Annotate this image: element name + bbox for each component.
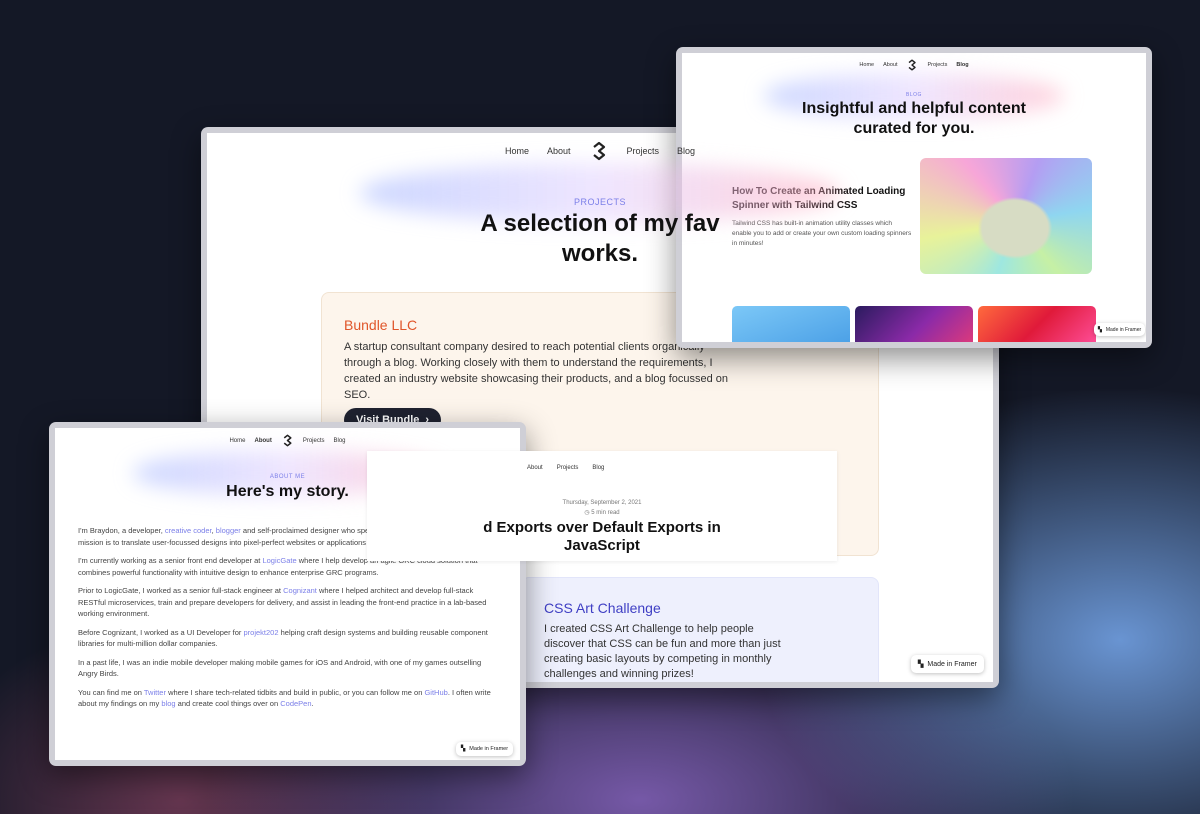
article-date: Thursday, September 2, 2021	[562, 500, 642, 506]
framer-icon: ▚	[1098, 326, 1102, 333]
nav-blog[interactable]: Blog	[592, 465, 604, 471]
logicgate-link[interactable]: LogicGate	[262, 556, 296, 565]
nav-home[interactable]: Home	[859, 62, 874, 68]
blog-title-line2: curated for you.	[853, 120, 975, 137]
nav-about[interactable]: About	[883, 62, 897, 68]
blog-title-line1: Insightful and helpful content	[802, 100, 1026, 117]
project-description: A startup consultant company desired to …	[344, 341, 729, 401]
article-window: About Projects Blog Thursday, September …	[367, 451, 837, 561]
made-in-framer-badge[interactable]: ▚ Made in Framer	[911, 655, 984, 673]
post-thumbnail[interactable]	[732, 306, 850, 342]
text: You can find me on	[78, 687, 144, 697]
projects-nav: Home About Projects Blog	[207, 141, 993, 161]
blogger-link[interactable]: blogger	[216, 526, 241, 535]
project-description: I created CSS Art Challenge to help peop…	[544, 623, 781, 680]
article-read-time: ◷ 5 min read	[367, 509, 837, 516]
blog-eyebrow: BLOG	[906, 92, 922, 98]
about-nav: Home About Projects Blog	[55, 434, 520, 447]
article-nav: About Projects Blog	[527, 465, 837, 471]
about-paragraph-4: Before Cognizant, I worked as a UI Devel…	[78, 627, 498, 650]
project-card-css-art: CSS Art Challenge I created CSS Art Chal…	[521, 577, 879, 682]
project-name: CSS Art Challenge	[544, 600, 661, 616]
post-thumbnail[interactable]	[855, 306, 973, 342]
about-paragraph-3: Prior to LogicGate, I worked as a senior…	[78, 585, 498, 620]
text: I'm currently working as a senior front …	[78, 556, 263, 565]
made-in-framer-badge[interactable]: ▚ Made in Framer	[1094, 323, 1146, 336]
nav-projects[interactable]: Projects	[927, 62, 947, 68]
creative-coder-link[interactable]: creative coder	[165, 526, 212, 535]
github-link[interactable]: GitHub	[424, 688, 447, 697]
blog-nav: Home About Projects Blog	[682, 59, 1146, 71]
blog-link[interactable]: blog	[161, 699, 175, 708]
about-paragraph-6: You can find me on Twitter where I share…	[78, 687, 498, 710]
nav-blog[interactable]: Blog	[956, 62, 968, 68]
project-name: Bundle LLC	[344, 317, 418, 333]
cognizant-link[interactable]: Cognizant	[283, 586, 317, 595]
nav-projects[interactable]: Projects	[303, 438, 325, 444]
text: Prior to LogicGate, I worked as a senior…	[78, 586, 284, 595]
codepen-link[interactable]: CodePen	[280, 699, 311, 708]
article-title: d Exports over Default Exports in JavaSc…	[367, 519, 837, 555]
text: .	[311, 699, 314, 708]
text: I'm Braydon, a developer,	[78, 526, 165, 535]
projekt202-link[interactable]: projekt202	[244, 628, 279, 637]
nav-blog[interactable]: Blog	[334, 438, 346, 444]
framer-icon: ▚	[918, 661, 924, 668]
logo-icon[interactable]	[906, 59, 918, 71]
made-in-framer-badge[interactable]: ▚ Made in Framer	[456, 742, 514, 756]
nav-projects[interactable]: Projects	[627, 146, 660, 156]
nav-home[interactable]: Home	[229, 438, 245, 444]
projects-title-line1: A selection of my fav	[480, 210, 720, 237]
text: and create cool things over on	[175, 699, 281, 708]
text: Before Cognizant, I worked as a UI Devel…	[78, 627, 244, 637]
clock-icon: ◷	[584, 510, 590, 516]
twitter-link[interactable]: Twitter	[144, 688, 166, 697]
logo-icon[interactable]	[589, 141, 609, 161]
blog-title: Insightful and helpful content curated f…	[682, 99, 1146, 139]
article-title-line1: d Exports over Default Exports in	[483, 519, 721, 536]
nav-home[interactable]: Home	[505, 146, 529, 156]
text: where I share tech-related tidbits and b…	[165, 687, 425, 697]
nav-about[interactable]: About	[547, 146, 571, 156]
projects-title-line2: works.	[561, 240, 639, 267]
badge-label: Made in Framer	[469, 746, 509, 752]
article-title-line2: JavaScript	[564, 537, 640, 554]
logo-icon[interactable]	[281, 434, 294, 447]
projects-eyebrow: PROJECTS	[573, 197, 626, 207]
badge-label: Made in Framer	[1105, 326, 1142, 333]
nav-blog[interactable]: Blog	[677, 146, 695, 156]
projects-title: A selection of my fav works.	[207, 209, 993, 269]
nav-projects[interactable]: Projects	[557, 465, 579, 471]
nav-about[interactable]: About	[527, 465, 543, 471]
framer-icon: ▚	[461, 746, 466, 752]
about-paragraph-5: In a past life, I was an indie mobile de…	[78, 657, 482, 679]
read-time-label: 5 min read	[591, 510, 620, 516]
nav-about[interactable]: About	[254, 438, 271, 444]
badge-label: Made in Framer	[927, 660, 977, 668]
post-thumbnail[interactable]	[978, 306, 1096, 342]
